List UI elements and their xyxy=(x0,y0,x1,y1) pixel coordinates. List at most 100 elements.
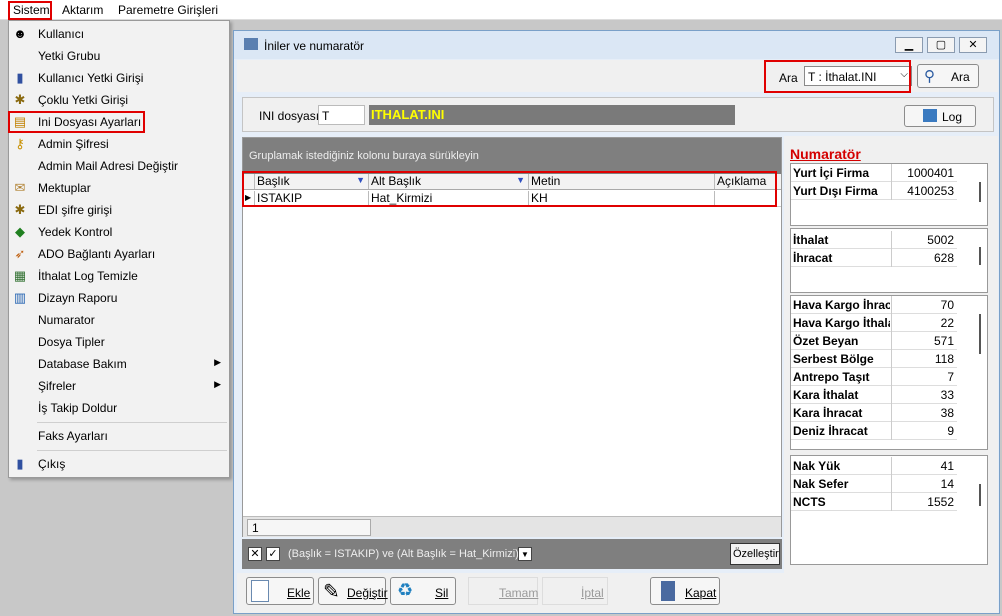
menu-item-is-takip-doldur[interactable]: İş Takip Doldur xyxy=(9,397,229,419)
close-button[interactable]: ✕ xyxy=(959,37,987,53)
numarator-key: Nak Sefer xyxy=(793,477,849,491)
numarator-row[interactable]: Deniz İhracat 9 xyxy=(791,422,957,440)
numarator-row[interactable]: İhracat 628 xyxy=(791,249,957,267)
menu-item-faks-ayarlari[interactable]: Faks Ayarları xyxy=(9,425,229,447)
numarator-key: İthalat xyxy=(793,233,829,247)
menu-separator xyxy=(37,450,227,451)
menu-sistem[interactable]: Sistem xyxy=(13,3,50,17)
cell-alt-baslik[interactable]: Hat_Kirmizi xyxy=(369,191,529,206)
menu-item-coklu-yetki-girisi[interactable]: ✱ Çoklu Yetki Girişi xyxy=(9,89,229,111)
close-form-button[interactable]: Kapat xyxy=(650,577,720,605)
search-button[interactable]: ⚲ Ara xyxy=(917,64,979,88)
filter-icon[interactable]: ▼ xyxy=(516,175,525,185)
cell-baslik[interactable]: ISTAKIP xyxy=(255,191,369,206)
numarator-row[interactable]: İthalat 5002 xyxy=(791,231,957,249)
menu-item-cikis[interactable]: ▮ Çıkış xyxy=(9,453,229,475)
menu-item-admin-mail[interactable]: Admin Mail Adresi Değiştir xyxy=(9,155,229,177)
menu-item-numarator[interactable]: Numarator xyxy=(9,309,229,331)
menu-item-label: Mektuplar xyxy=(38,181,91,195)
numarator-row[interactable]: Yurt İçi Firma 1000401 xyxy=(791,164,957,182)
numarator-row[interactable]: Kara İhracat 38 xyxy=(791,404,957,422)
menu-item-label: Numarator xyxy=(38,313,95,327)
numarator-row[interactable]: Kara İthalat 33 xyxy=(791,386,957,404)
grid-footer: 1 xyxy=(243,516,781,537)
minimize-button[interactable]: ▁ xyxy=(895,37,923,53)
menu-aktarim[interactable]: Aktarım xyxy=(62,3,103,17)
add-button[interactable]: Ekle xyxy=(246,577,314,605)
menu-item-label: ADO Bağlantı Ayarları xyxy=(38,247,156,261)
menu-parametre-girisleri[interactable]: Paremetre Girişleri xyxy=(118,3,218,17)
menu-item-yedek-kontrol[interactable]: ◆ Yedek Kontrol xyxy=(9,221,229,243)
add-button-label: Ekle xyxy=(287,586,311,600)
numarator-group-firma: Yurt İçi Firma 1000401 Yurt Dışı Firma 410… xyxy=(790,163,988,226)
log-button[interactable]: Log xyxy=(904,105,976,127)
edit-button[interactable]: ✎ Değiştir xyxy=(318,577,388,605)
menu-item-ithalat-log-temizle[interactable]: ▦ İthalat Log Temizle xyxy=(9,265,229,287)
table-row[interactable]: ▶ ISTAKIP Hat_Kirmizi KH xyxy=(243,191,781,207)
menu-item-database-bakim[interactable]: Database Bakım ▶ xyxy=(9,353,229,375)
column-header-baslik[interactable]: Başlık ▼ xyxy=(255,174,369,189)
clear-filter-icon[interactable]: ✕ xyxy=(248,547,262,561)
menu-item-label: EDI şifre girişi xyxy=(38,203,113,217)
ini-select[interactable]: T : İthalat.INI ⌵ xyxy=(804,66,912,86)
menu-item-sifreler[interactable]: Şifreler ▶ xyxy=(9,375,229,397)
menu-item-edi-sifre[interactable]: ✱ EDI şifre girişi xyxy=(9,199,229,221)
delete-button[interactable]: ♻ Sil xyxy=(390,577,456,605)
numarator-key: Serbest Bölge xyxy=(793,352,874,366)
menu-item-kullanici-yetki-girisi[interactable]: ▮ Kullanıcı Yetki Girişi xyxy=(9,67,229,89)
cell-metin[interactable]: KH xyxy=(529,191,715,206)
numarator-title: Numaratör xyxy=(790,146,861,162)
menu-item-dosya-tipler[interactable]: Dosya Tipler xyxy=(9,331,229,353)
ini-code-field[interactable]: T xyxy=(318,105,365,125)
numarator-key: Antrepo Taşıt xyxy=(793,370,870,384)
menu-item-label: Admin Mail Adresi Değiştir xyxy=(38,159,179,173)
edi-key-icon: ✱ xyxy=(14,202,26,217)
numarator-row[interactable]: Nak Yük 41 xyxy=(791,457,957,475)
numarator-row[interactable]: Nak Sefer 14 xyxy=(791,475,957,493)
menu-item-mektuplar[interactable]: ✉ Mektuplar xyxy=(9,177,229,199)
ok-button[interactable]: Tamam xyxy=(468,577,538,605)
filter-enabled-checkbox[interactable]: ✓ xyxy=(266,547,280,561)
column-header-metin[interactable]: Metin xyxy=(529,174,715,189)
column-header-alt-baslik[interactable]: Alt Başlık ▼ xyxy=(369,174,529,189)
column-header-aciklama[interactable]: Açıklama xyxy=(715,174,781,189)
menu-item-ado-baglanti[interactable]: ➶ ADO Bağlantı Ayarları xyxy=(9,243,229,265)
search-label: Ara xyxy=(779,71,798,85)
key-icon: ⚷ xyxy=(15,136,25,151)
numarator-row[interactable]: Serbest Bölge 118 xyxy=(791,350,957,368)
new-document-icon xyxy=(251,580,269,602)
ini-name-field: ITHALAT.INI xyxy=(369,105,735,125)
group-by-panel[interactable]: Gruplamak istediğiniz kolonu buraya sürü… xyxy=(243,138,781,174)
numarator-row[interactable]: Özet Beyan 571 xyxy=(791,332,957,350)
ok-button-label: Tamam xyxy=(499,586,539,600)
scrollbar-thumb[interactable] xyxy=(979,247,981,265)
numarator-row[interactable]: Antrepo Taşıt 7 xyxy=(791,368,957,386)
filter-dropdown-icon[interactable]: ▼ xyxy=(518,547,532,561)
numarator-key: Yurt İçi Firma xyxy=(793,166,870,180)
numarator-row[interactable]: Yurt Dışı Firma 4100253 xyxy=(791,182,957,200)
cancel-button[interactable]: İptal xyxy=(542,577,608,605)
ini-info-panel: INI dosyası T ITHALAT.INI Log xyxy=(242,97,994,132)
scrollbar-thumb[interactable] xyxy=(979,484,981,506)
filter-icon[interactable]: ▼ xyxy=(356,175,365,185)
window-app-icon xyxy=(244,38,258,50)
scrollbar-thumb[interactable] xyxy=(979,182,981,202)
menu-item-label: Kullanıcı Yetki Girişi xyxy=(38,71,144,85)
connection-icon: ➶ xyxy=(14,246,26,261)
menu-item-yetki-grubu[interactable]: Yetki Grubu xyxy=(9,45,229,67)
customize-button[interactable]: Özelleştir xyxy=(730,543,780,565)
menu-item-ini-dosyasi-ayarlari[interactable]: ▤ Ini Dosyası Ayarları xyxy=(9,111,229,133)
numarator-value: 22 xyxy=(891,314,957,332)
numarator-row[interactable]: Hava Kargo İthalat 22 xyxy=(791,314,957,332)
maximize-button[interactable]: ▢ xyxy=(927,37,955,53)
scrollbar-thumb[interactable] xyxy=(979,314,981,354)
numarator-row[interactable]: Hava Kargo İhracat70 xyxy=(791,296,957,314)
numarator-row[interactable]: NCTS 1552 xyxy=(791,493,957,511)
numarator-value: 1000401 xyxy=(891,164,957,182)
numarator-key: Nak Yük xyxy=(793,459,841,473)
menu-item-admin-sifresi[interactable]: ⚷ Admin Şifresi xyxy=(9,133,229,155)
menu-item-dizayn-raporu[interactable]: ▥ Dizayn Raporu xyxy=(9,287,229,309)
cell-aciklama[interactable] xyxy=(715,191,781,206)
exit-icon: ▮ xyxy=(16,456,24,471)
menu-item-kullanici[interactable]: ☻ Kullanıcı xyxy=(9,23,229,45)
